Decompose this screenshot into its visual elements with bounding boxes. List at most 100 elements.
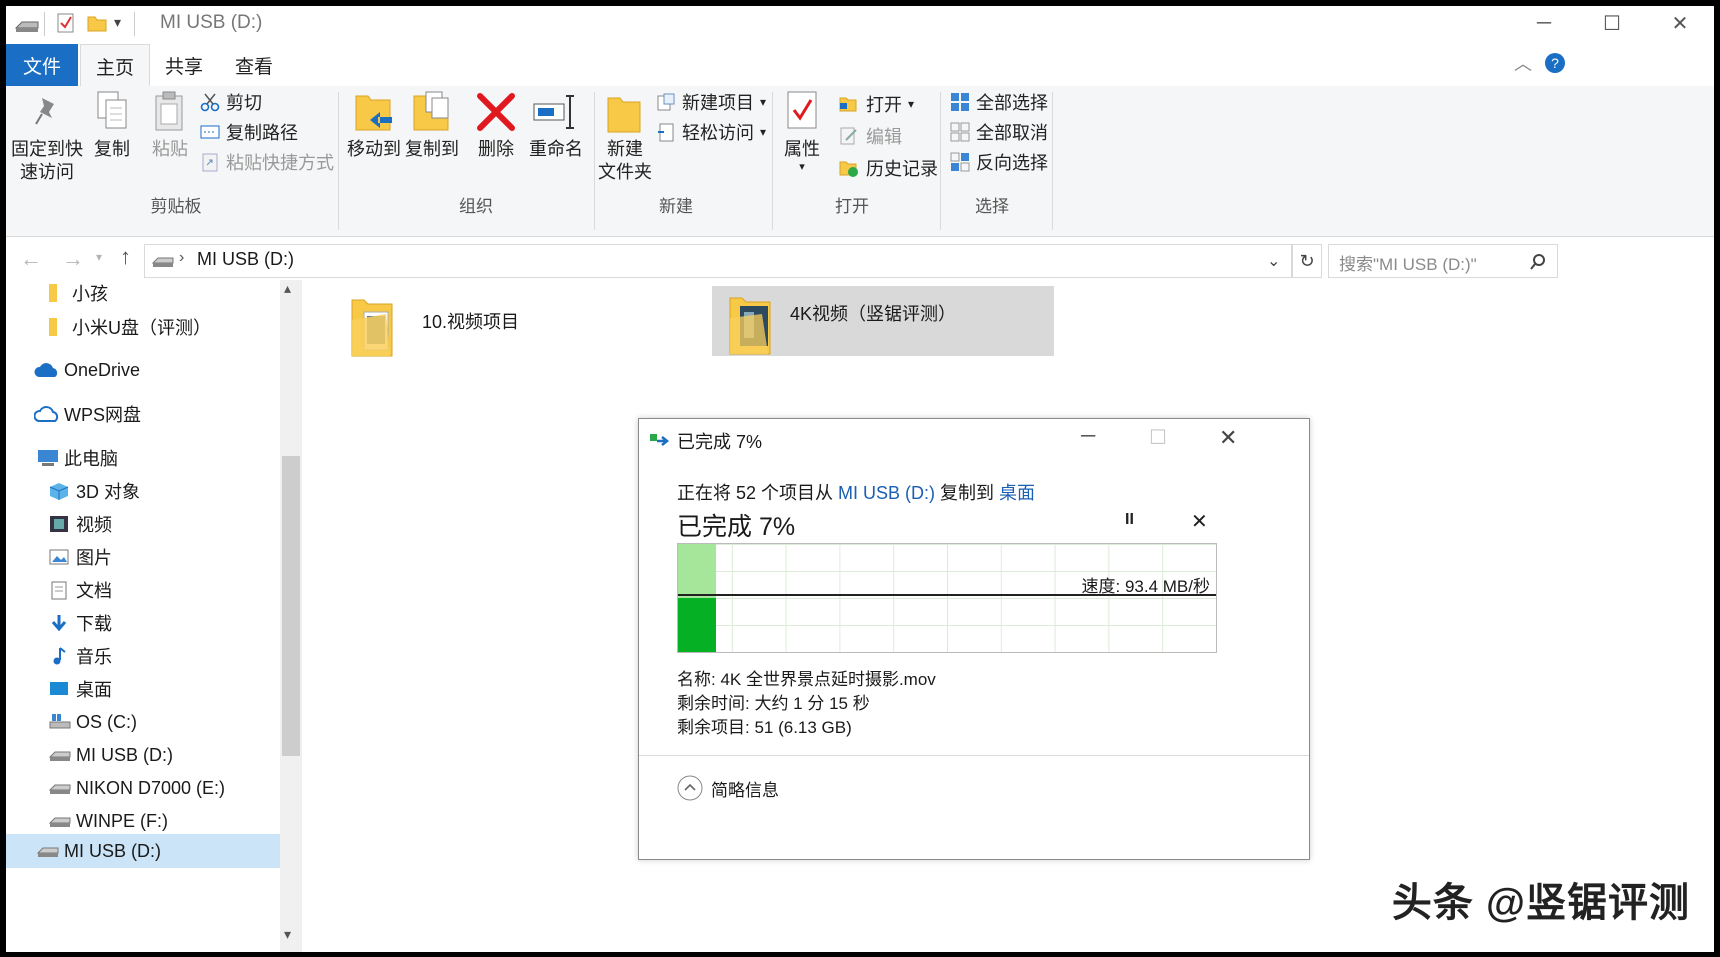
destination-link[interactable]: 桌面 <box>999 483 1035 503</box>
sidebar-item-mi-usb-d-selected[interactable]: MI USB (D:) <box>6 834 280 868</box>
sidebar-item-this-pc[interactable]: 此电脑 <box>36 441 118 475</box>
customize-toolbar-icon[interactable]: ▾ <box>114 14 121 31</box>
nav-scrollbar[interactable]: ▴ ▾ <box>280 280 302 952</box>
delete-button[interactable]: 删除 <box>468 138 524 161</box>
search-input[interactable]: 搜索"MI USB (D:)" <box>1328 244 1558 278</box>
open-button[interactable]: 打开 ▾ <box>838 90 914 118</box>
scrollbar-thumb[interactable] <box>282 456 300 756</box>
tab-view[interactable]: 查看 <box>220 44 288 86</box>
sidebar-item-kids[interactable]: 小孩 <box>46 276 108 310</box>
tab-share[interactable]: 共享 <box>150 44 218 86</box>
maximize-button[interactable]: ☐ <box>1578 6 1646 40</box>
items-remaining-label: 剩余项目: 51 (6.13 GB) <box>677 718 852 737</box>
paste-shortcut-button[interactable]: 粘贴快捷方式 <box>200 148 334 176</box>
file-name-label: 名称: 4K 全世界景点延时摄影.mov <box>677 670 936 689</box>
less-details-button[interactable]: 简略信息 <box>677 775 779 801</box>
dialog-minimize-button[interactable]: ─ <box>1081 425 1095 448</box>
copy-description: 正在将 52 个项目从 MI USB (D:) 复制到 桌面 <box>677 483 1036 503</box>
move-to-button[interactable]: 移动到 <box>344 138 404 161</box>
select-all-button[interactable]: 全部选择 <box>950 88 1048 116</box>
copy-to-button[interactable]: 复制到 <box>402 138 462 161</box>
pin-icon <box>35 98 54 125</box>
source-link[interactable]: MI USB (D:) <box>838 483 935 503</box>
folder-item-selected[interactable]: 4K视频（竖锯评测） <box>712 286 1054 356</box>
copy-progress-icon <box>650 434 670 446</box>
separator <box>338 92 339 230</box>
properties-icon <box>787 91 817 129</box>
cancel-button[interactable]: ✕ <box>1191 509 1208 534</box>
up-arrow-icon[interactable]: ↑ <box>120 244 131 270</box>
sidebar-item-wps-drive[interactable]: WPS网盘 <box>34 397 141 431</box>
music-note-icon <box>53 647 66 665</box>
refresh-icon[interactable]: ↻ <box>1292 244 1322 278</box>
sidebar-item-winpe-f[interactable]: WINPE (F:) <box>48 804 168 838</box>
copy-to-icon <box>413 91 449 131</box>
copy-path-button[interactable]: 复制路径 <box>200 118 298 146</box>
pause-button[interactable]: II <box>1125 511 1134 529</box>
edit-icon <box>840 127 857 145</box>
search-icon[interactable] <box>1529 253 1547 271</box>
address-input[interactable]: › MI USB (D:) ⌄ <box>144 244 1292 278</box>
rename-button[interactable]: 重命名 <box>524 138 588 161</box>
tab-file[interactable]: 文件 <box>6 44 78 86</box>
collapse-ribbon-icon[interactable]: ︿ <box>1514 50 1532 76</box>
pin-quick-access-button[interactable]: 固定到快 速访问 <box>8 138 86 184</box>
easy-access-button[interactable]: 轻松访问 ▾ <box>656 118 766 146</box>
paste-button[interactable]: 粘贴 <box>146 138 194 161</box>
properties-quick-icon[interactable] <box>56 12 76 34</box>
sidebar-item-downloads[interactable]: 下载 <box>48 606 112 640</box>
folder-name: 10.视频项目 <box>422 312 520 332</box>
sidebar-item-desktop[interactable]: 桌面 <box>48 672 112 706</box>
sidebar-item-pictures[interactable]: 图片 <box>48 540 112 574</box>
cut-button[interactable]: 剪切 <box>200 88 262 116</box>
wps-cloud-icon <box>34 406 59 422</box>
dialog-close-button[interactable]: ✕ <box>1219 425 1237 451</box>
explorer-window: ▾ MI USB (D:) ─ ☐ ✕ 文件 主页 共享 查看 ︿ ? 固定到快… <box>6 6 1714 952</box>
organize-group-label: 组织 <box>459 197 493 216</box>
scroll-up-icon[interactable]: ▴ <box>284 280 291 297</box>
sidebar-item-videos[interactable]: 视频 <box>48 507 112 541</box>
onedrive-cloud-icon <box>34 363 58 377</box>
new-folder-button[interactable]: 新建 文件夹 <box>594 138 656 184</box>
speed-label: 速度: 93.4 MB/秒 <box>1081 577 1210 596</box>
back-arrow-icon[interactable]: ← <box>20 246 42 272</box>
sidebar-item-nikon-e[interactable]: NIKON D7000 (E:) <box>48 771 225 805</box>
sidebar-item-mi-usb-review[interactable]: 小米U盘（评测） <box>46 310 211 344</box>
folder-item[interactable]: 10.视频项目 <box>350 294 590 364</box>
properties-button[interactable]: 属性 ▾ <box>776 138 828 173</box>
help-icon[interactable]: ? <box>1544 52 1566 74</box>
film-icon <box>50 516 68 532</box>
rename-icon <box>533 95 574 129</box>
scroll-down-icon[interactable]: ▾ <box>284 926 291 943</box>
select-all-icon <box>951 93 969 111</box>
recent-locations-icon[interactable]: ▾ <box>96 250 102 264</box>
close-button[interactable]: ✕ <box>1646 6 1714 40</box>
invert-selection-icon <box>950 152 970 172</box>
sidebar-item-onedrive[interactable]: OneDrive <box>34 353 140 387</box>
copy-button[interactable]: 复制 <box>90 138 134 161</box>
select-none-button[interactable]: 全部取消 <box>950 118 1048 146</box>
delete-icon <box>477 93 515 131</box>
invert-selection-button[interactable]: 反向选择 <box>950 148 1048 176</box>
picture-icon <box>49 549 69 565</box>
minimize-button[interactable]: ─ <box>1510 6 1578 40</box>
sidebar-item-mi-usb-d[interactable]: MI USB (D:) <box>48 738 173 772</box>
sidebar-item-music[interactable]: 音乐 <box>48 639 112 673</box>
tab-home[interactable]: 主页 <box>80 44 150 87</box>
new-item-button[interactable]: 新建项目 ▾ <box>656 88 766 116</box>
drive-icon <box>14 21 39 32</box>
history-button[interactable]: 历史记录 <box>838 154 938 182</box>
sidebar-item-os-c[interactable]: OS (C:) <box>48 705 137 739</box>
search-placeholder: 搜索"MI USB (D:)" <box>1339 255 1477 274</box>
sidebar-item-documents[interactable]: 文档 <box>48 573 112 607</box>
copy-progress-dialog: 已完成 7% ─ ☐ ✕ 正在将 52 个项目从 MI USB (D:) 复制到… <box>638 418 1310 860</box>
breadcrumb[interactable]: MI USB (D:) <box>197 249 294 270</box>
breadcrumb-chevron-icon[interactable]: › <box>179 249 184 267</box>
sidebar-item-3d-objects[interactable]: 3D 对象 <box>48 474 140 508</box>
address-dropdown-icon[interactable]: ⌄ <box>1267 251 1280 271</box>
forward-arrow-icon[interactable]: → <box>62 246 84 272</box>
scissors-icon <box>200 93 220 112</box>
new-folder-quick-icon[interactable] <box>86 12 108 34</box>
edit-button[interactable]: 编辑 <box>838 122 902 150</box>
folder-icon <box>351 299 393 357</box>
